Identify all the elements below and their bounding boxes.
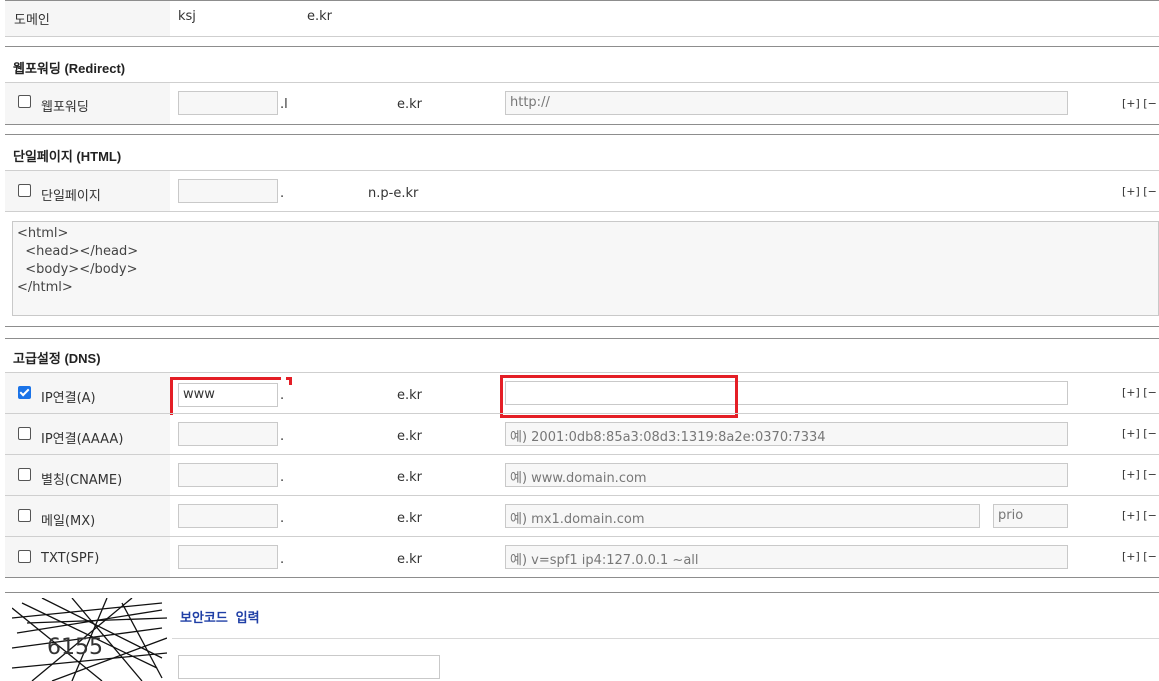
dns-aaaa-target-placeholder: 예) 2001:0db8:85a3:08d3:1319:8a2e:0370:73… xyxy=(510,430,826,445)
redirect-row-label: 웹포워딩 xyxy=(41,100,89,115)
dns-txt-add-remove-controls[interactable]: [+] [− xyxy=(1122,550,1157,563)
captcha-label: 보안코드 입력 xyxy=(180,611,260,626)
redirect-suffix-left: .l xyxy=(280,97,288,112)
domain-value-suffix: e.kr xyxy=(307,9,333,24)
html-suffix-left: . xyxy=(280,186,285,201)
redirect-suffix-right: e.kr xyxy=(397,97,423,112)
redirect-section-title: 웹포워딩 (Redirect) xyxy=(13,61,126,76)
dns-aaaa-suffix-right: e.kr xyxy=(397,429,423,444)
html-host-input[interactable] xyxy=(178,179,278,203)
dns-txt-target-input[interactable]: 예) v=spf1 ip4:127.0.0.1 ~all xyxy=(505,545,1068,569)
highlight-host-box xyxy=(170,377,281,415)
dns-mx-add-remove-controls[interactable]: [+] [− xyxy=(1122,509,1157,522)
dns-mx-host-input[interactable] xyxy=(178,504,278,528)
html-add-remove-controls[interactable]: [+] [− xyxy=(1122,185,1157,198)
dns-a-suffix-right: e.kr xyxy=(397,388,423,403)
dns-aaaa-suffix-left: . xyxy=(280,429,285,444)
domain-label: 도메인 xyxy=(14,13,50,28)
dns-aaaa-label: IP연결(AAAA) xyxy=(41,432,124,447)
captcha-input[interactable] xyxy=(178,655,440,679)
html-suffix-right: n.p-e.kr xyxy=(368,186,419,201)
html-content-textarea[interactable]: <html> <head></head> <body></body> </htm… xyxy=(12,221,1159,316)
domain-value: ksj e.kr xyxy=(178,9,332,24)
dns-cname-suffix-left: . xyxy=(280,470,285,485)
dns-section-title: 고급설정 (DNS) xyxy=(13,351,101,366)
dns-cname-suffix-right: e.kr xyxy=(397,470,423,485)
dns-aaaa-host-input[interactable] xyxy=(178,422,278,446)
dns-cname-target-placeholder: 예) www.domain.com xyxy=(510,471,647,486)
captcha-code: 6155 xyxy=(47,635,103,660)
html-checkbox[interactable] xyxy=(18,184,31,197)
captcha-noise-graphic: 6155 xyxy=(12,598,167,681)
dns-mx-suffix-left: . xyxy=(280,511,285,526)
dns-txt-checkbox[interactable] xyxy=(18,550,31,563)
dns-cname-target-input[interactable]: 예) www.domain.com xyxy=(505,463,1068,487)
dns-mx-label: 메일(MX) xyxy=(41,514,96,529)
dns-aaaa-target-input[interactable]: 예) 2001:0db8:85a3:08d3:1319:8a2e:0370:73… xyxy=(505,422,1068,446)
dns-cname-label: 별칭(CNAME) xyxy=(41,473,123,488)
dns-a-checkbox[interactable] xyxy=(18,386,31,399)
dns-a-add-remove-controls[interactable]: [+] [− xyxy=(1122,386,1157,399)
dns-mx-suffix-right: e.kr xyxy=(397,511,423,526)
dns-mx-prio-input[interactable]: prio xyxy=(993,504,1068,528)
dns-txt-host-input[interactable] xyxy=(178,545,278,569)
dns-aaaa-checkbox[interactable] xyxy=(18,427,31,440)
highlight-target-box xyxy=(500,375,738,418)
redirect-add-remove-controls[interactable]: [+] [− xyxy=(1122,97,1157,110)
dns-mx-checkbox[interactable] xyxy=(18,509,31,522)
domain-value-prefix: ksj xyxy=(178,9,196,24)
dns-mx-target-placeholder: 예) mx1.domain.com xyxy=(510,512,645,527)
dns-txt-target-placeholder: 예) v=spf1 ip4:127.0.0.1 ~all xyxy=(510,553,699,568)
dns-cname-host-input[interactable] xyxy=(178,463,278,487)
dns-mx-target-input[interactable]: 예) mx1.domain.com xyxy=(505,504,980,528)
redirect-target-placeholder: http:// xyxy=(510,95,550,110)
redirect-host-input[interactable] xyxy=(178,91,278,115)
redirect-checkbox[interactable] xyxy=(18,95,31,108)
dns-txt-suffix-left: . xyxy=(280,552,285,567)
dns-cname-add-remove-controls[interactable]: [+] [− xyxy=(1122,468,1157,481)
dns-aaaa-add-remove-controls[interactable]: [+] [− xyxy=(1122,427,1157,440)
dns-txt-label: TXT(SPF) xyxy=(41,551,100,566)
html-row-label: 단일페이지 xyxy=(41,189,101,204)
html-section-title: 단일페이지 (HTML) xyxy=(13,149,122,164)
captcha-image: 6155 xyxy=(12,598,167,681)
dns-mx-prio-placeholder: prio xyxy=(998,508,1024,523)
dns-cname-checkbox[interactable] xyxy=(18,468,31,481)
dns-txt-suffix-right: e.kr xyxy=(397,552,423,567)
redirect-target-input[interactable]: http:// xyxy=(505,91,1068,115)
dns-a-label: IP연결(A) xyxy=(41,391,96,406)
highlight-host-box-tick xyxy=(286,377,292,385)
